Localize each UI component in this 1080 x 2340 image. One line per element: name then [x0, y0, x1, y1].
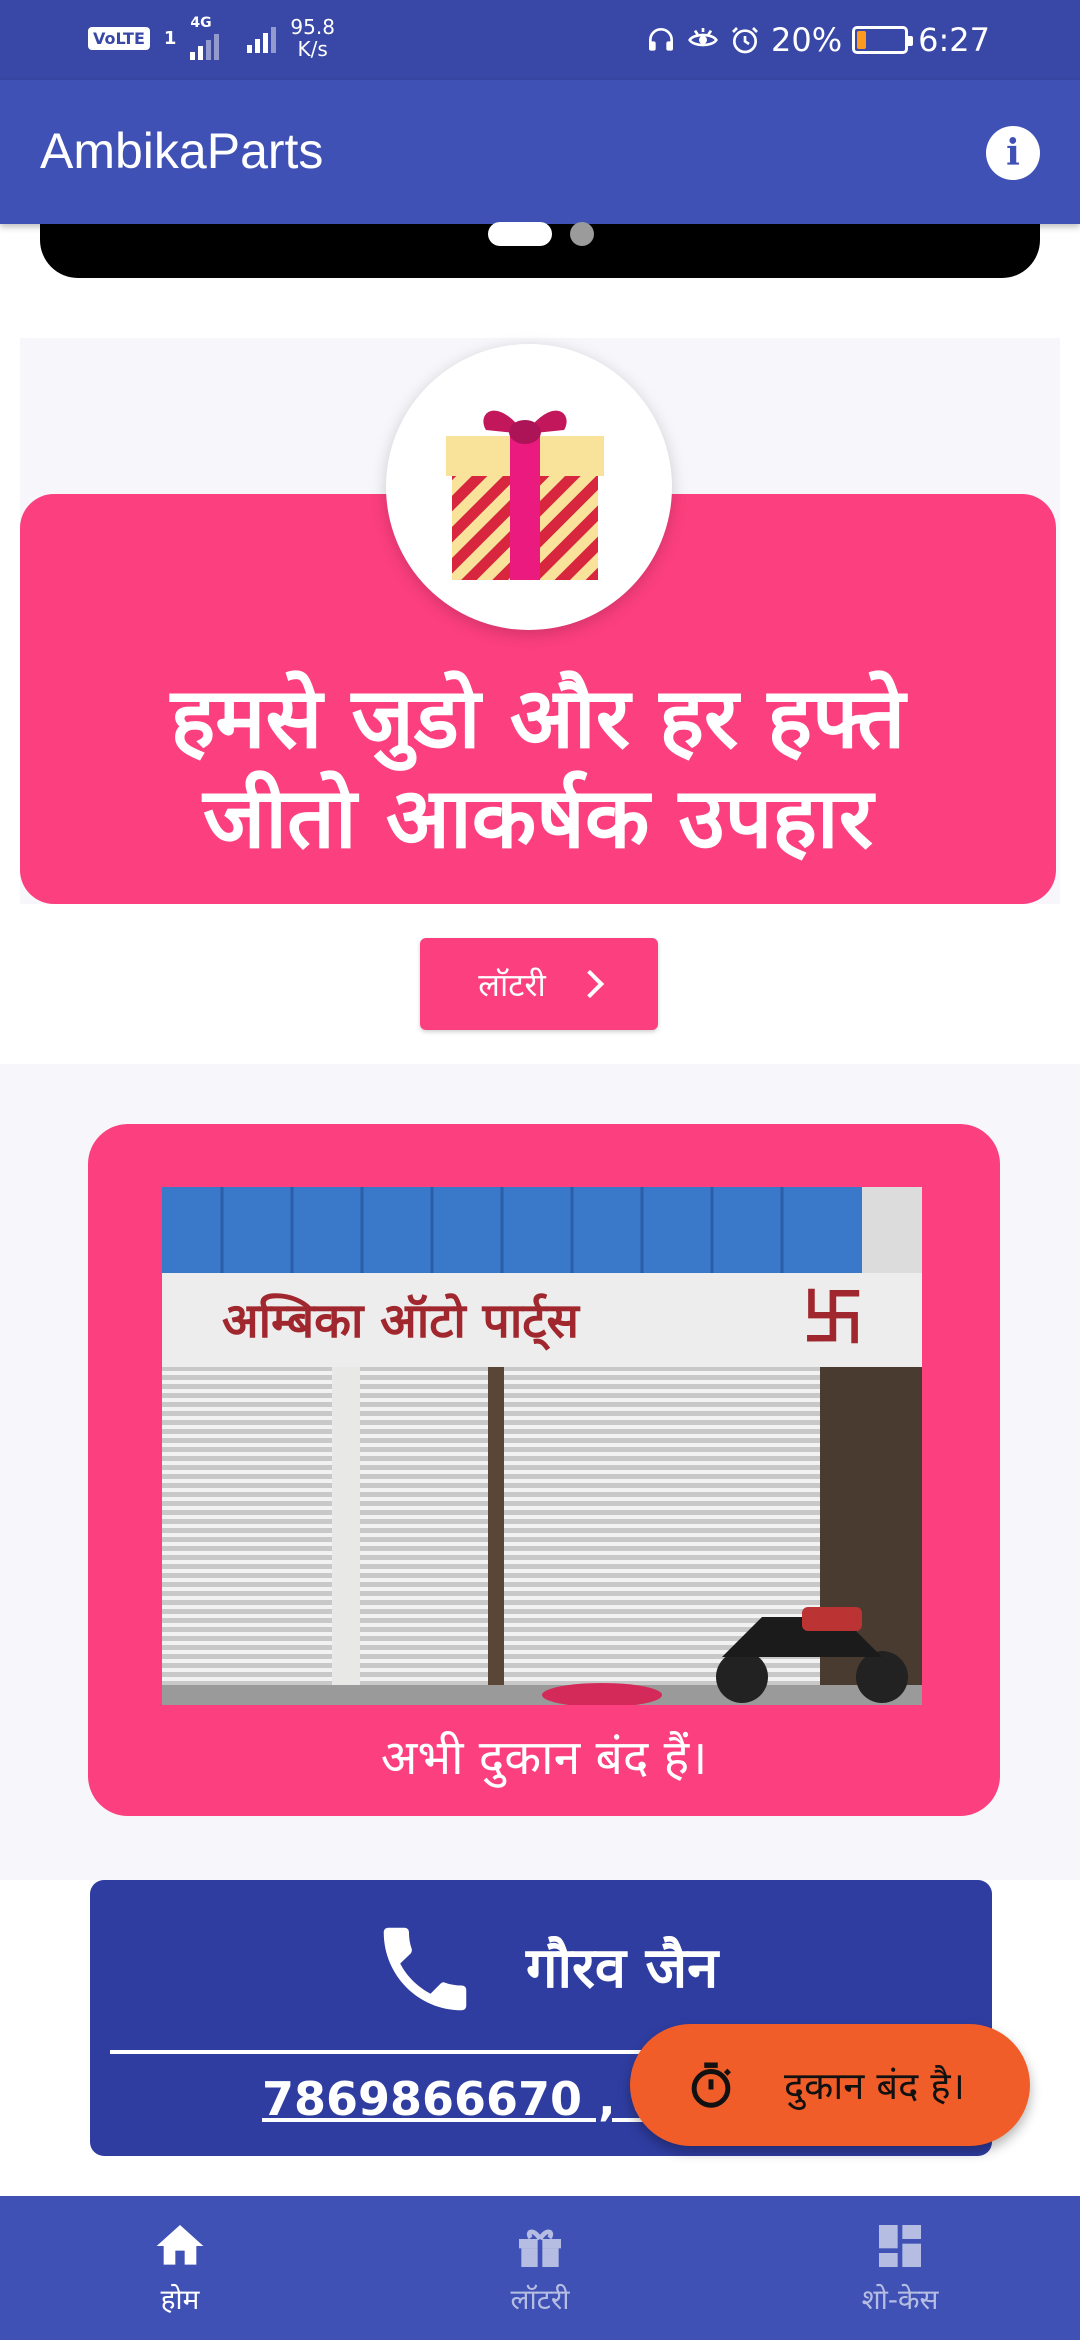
shop-sign-text: अम्बिका ऑटो पार्ट्स — [222, 1293, 580, 1351]
lottery-button[interactable]: लॉटरी — [420, 938, 658, 1030]
timer-icon — [691, 2062, 731, 2108]
nav-item-home[interactable]: होम — [0, 2196, 360, 2340]
bottom-navigation: होम लॉटरी शो-केस — [0, 2196, 1080, 2340]
contact-name: गौरव जैन — [526, 1936, 719, 2001]
app-bar: AmbikaParts i — [0, 80, 1080, 224]
nav-label-home: होम — [160, 2283, 200, 2316]
gift-banner-text: हमसे जुडो और हर हफ्ते जीतो आकर्षक उपहार — [20, 668, 1056, 868]
shop-closed-caption: अभी दुकान बंद हैं। — [380, 1730, 708, 1786]
battery-icon — [852, 26, 914, 54]
status-left: VoLTE 1 4G 95.8 K/s — [88, 16, 335, 60]
signal-2-icon — [247, 23, 277, 53]
net-speed-unit: K/s — [297, 37, 328, 61]
shop-status-fab[interactable]: दुकान बंद है। — [630, 2024, 1030, 2146]
nav-item-showcase[interactable]: शो-केस — [720, 2196, 1080, 2340]
shop-photo: अम्बिका ऑटो पार्ट्स 卐 — [162, 1187, 922, 1705]
gift-banner[interactable]: हमसे जुडो और हर हफ्ते जीतो आकर्षक उपहार — [20, 338, 1060, 904]
eye-comfort-icon — [688, 28, 718, 47]
info-icon[interactable]: i — [986, 126, 1040, 180]
sim-slot: 1 — [163, 27, 177, 49]
phone-icon[interactable] — [370, 1914, 480, 2024]
status-bar: VoLTE 1 4G 95.8 K/s 20% 6:27 — [0, 0, 1080, 80]
volte-badge: VoLTE — [88, 26, 150, 50]
shop-status-section: अम्बिका ऑटो पार्ट्स 卐 अभी दुकान बंद हैं। — [0, 1064, 1080, 1880]
carousel-dot-active[interactable] — [488, 222, 552, 246]
home-icon — [156, 2225, 204, 2265]
signal-icon: 4G — [190, 15, 220, 60]
status-right: 20% 6:27 — [645, 18, 990, 62]
carousel-indicator — [488, 222, 594, 246]
nav-label-showcase: शो-केस — [861, 2283, 939, 2316]
gift-icon-circle — [386, 344, 672, 630]
battery-percent: 20% — [771, 21, 843, 59]
headset-icon — [649, 28, 674, 51]
gift-banner-line-2: जीतो आकर्षक उपहार — [202, 769, 874, 867]
lottery-button-label: लॉटरी — [478, 965, 546, 1004]
gift-icon — [519, 2229, 561, 2267]
chevron-right-icon — [575, 969, 604, 999]
net-speed-value: 95.8 — [290, 15, 335, 39]
dashboard-icon — [879, 2225, 921, 2267]
carousel-dot[interactable] — [570, 222, 594, 246]
app-title: AmbikaParts — [40, 123, 324, 179]
nav-item-lottery[interactable]: लॉटरी — [360, 2196, 720, 2340]
gift-banner-line-1: हमसे जुडो और हर हफ्ते — [170, 669, 906, 767]
alarm-icon — [732, 27, 758, 54]
nav-label-lottery: लॉटरी — [510, 2283, 570, 2316]
gift-icon — [446, 410, 604, 580]
shop-status-card: अम्बिका ऑटो पार्ट्स 卐 अभी दुकान बंद हैं। — [88, 1124, 1000, 1816]
swastik-symbol: 卐 — [802, 1281, 864, 1354]
fab-label: दुकान बंद है। — [784, 2064, 965, 2108]
clock: 6:27 — [918, 21, 990, 59]
network-type: 4G — [190, 15, 212, 31]
